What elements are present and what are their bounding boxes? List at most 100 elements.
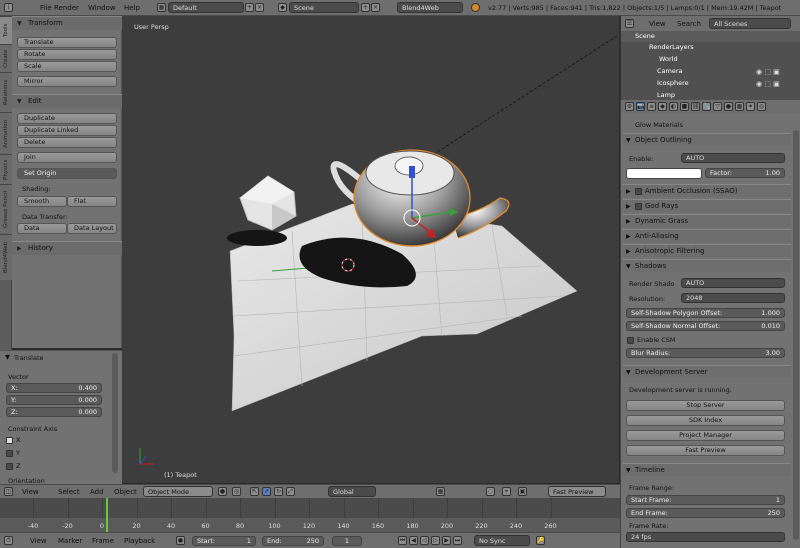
layout-add-icon[interactable]: +: [245, 3, 254, 12]
stop-server-button[interactable]: Stop Server: [626, 400, 785, 411]
scrollbar[interactable]: [793, 130, 799, 540]
panel-dynamic-grass[interactable]: ▶ Dynamic Grass: [623, 214, 791, 227]
play-reverse-icon[interactable]: ◁: [420, 536, 429, 545]
tab-blend4web[interactable]: Blend4Web: [0, 234, 12, 280]
data-tab-icon[interactable]: ▽: [713, 102, 722, 111]
texture-tab-icon[interactable]: ▦: [735, 102, 744, 111]
visibility-eye-icon[interactable]: ◉ ⬚ ▣: [756, 68, 780, 76]
physics-tab-icon[interactable]: ◎: [757, 102, 766, 111]
layout-select[interactable]: Default: [168, 2, 244, 13]
sdk-index-button[interactable]: SDK Index: [626, 415, 785, 426]
object-tab-icon[interactable]: ■: [680, 102, 689, 111]
constraint-x[interactable]: X: [6, 436, 20, 444]
outliner-row-world[interactable]: World: [649, 54, 789, 65]
fast-preview-button[interactable]: Fast Preview: [548, 486, 606, 497]
mirror-button[interactable]: Mirror: [17, 76, 117, 87]
scene-render[interactable]: [122, 16, 619, 483]
translate-button[interactable]: Translate: [17, 37, 117, 48]
scene-select[interactable]: Scene: [289, 2, 359, 13]
scrollbar[interactable]: [112, 353, 118, 473]
flat-button[interactable]: Flat: [67, 196, 117, 207]
editor-type-icon[interactable]: ⚙: [625, 102, 634, 111]
panel-transform-header[interactable]: ▼ Transform: [12, 16, 122, 30]
panel-object-outlining[interactable]: ▼ Object Outlining: [623, 133, 791, 146]
menu-render[interactable]: Render: [54, 4, 79, 12]
panel-god-rays[interactable]: ▶ God Rays: [623, 199, 791, 212]
record-icon[interactable]: ●: [176, 536, 185, 545]
display-filter-select[interactable]: All Scenes: [709, 18, 791, 29]
current-frame-marker[interactable]: [106, 498, 108, 532]
menu-object[interactable]: Object: [114, 488, 137, 496]
next-key-icon[interactable]: ▶: [442, 536, 451, 545]
menu-playback[interactable]: Playback: [124, 537, 155, 545]
menu-frame[interactable]: Frame: [92, 537, 114, 545]
timeline-area[interactable]: -40 -20 0 20 40 60 80 100 120 140 160 180 200 220 240 2…: [0, 498, 620, 532]
panel-anti-aliasing[interactable]: ▶ Anti-Aliasing: [623, 229, 791, 242]
editor-type-icon[interactable]: ◫: [4, 487, 13, 496]
outliner-row-lamp[interactable]: Lamp: [639, 90, 789, 100]
tab-create[interactable]: Create: [0, 44, 12, 72]
outline-color-swatch[interactable]: [626, 168, 702, 179]
mode-select[interactable]: Object Mode: [143, 486, 213, 497]
menu-view[interactable]: View: [649, 20, 666, 28]
rotate-manipulator-icon[interactable]: ↻: [274, 487, 283, 496]
layout-icon[interactable]: ▦: [157, 3, 166, 12]
camera-icon[interactable]: ▣: [518, 487, 527, 496]
vector-x-field[interactable]: X: 0.400: [6, 383, 102, 393]
resolution-select[interactable]: 2048: [681, 293, 785, 303]
menu-marker[interactable]: Marker: [58, 537, 82, 545]
3d-viewport[interactable]: User Persp (1) Teapot: [122, 16, 619, 483]
particles-tab-icon[interactable]: ✦: [746, 102, 755, 111]
orientation-select[interactable]: Global: [328, 486, 376, 497]
delete-button[interactable]: Delete: [17, 137, 117, 148]
vector-y-field[interactable]: Y: 0.000: [6, 395, 102, 405]
glow-materials-panel[interactable]: Glow Materials: [635, 121, 800, 129]
menu-view[interactable]: View: [22, 488, 39, 496]
outliner-row-renderlayers[interactable]: RenderLayers: [639, 42, 789, 53]
fast-preview-button[interactable]: Fast Preview: [626, 445, 785, 456]
scene-close-icon[interactable]: ×: [371, 3, 380, 12]
render-shadows-select[interactable]: AUTO: [681, 278, 785, 288]
panel-anisotropic-filtering[interactable]: ▶ Anisotropic Filtering: [623, 244, 791, 257]
scene-add-icon[interactable]: +: [361, 3, 370, 12]
frame-rate-select[interactable]: 24 fps: [626, 532, 785, 542]
set-origin-select[interactable]: Set Origin: [17, 168, 117, 179]
scale-manipulator-icon[interactable]: ⤢: [286, 487, 295, 496]
data-button[interactable]: Data: [17, 223, 67, 234]
panel-timeline[interactable]: ▼ Timeline: [623, 463, 791, 476]
editor-type-icon[interactable]: ☰: [625, 19, 634, 28]
constraint-z[interactable]: Z: [6, 462, 20, 470]
panel-history-header[interactable]: ▶ History: [12, 241, 122, 255]
enable-csm-checkbox[interactable]: Enable CSM: [627, 336, 675, 344]
shading-icon[interactable]: ●: [218, 487, 227, 496]
visibility-eye-icon[interactable]: ◉ ⬚ ▣: [756, 80, 780, 88]
modifiers-tab-icon[interactable]: 🔧: [702, 102, 711, 111]
scene-tab-icon[interactable]: ◆: [658, 102, 667, 111]
outline-enable-select[interactable]: AUTO: [681, 153, 785, 163]
panel-edit-header[interactable]: ▼ Edit: [12, 94, 122, 108]
tab-relations[interactable]: Relations: [0, 72, 12, 112]
end-frame-field[interactable]: End: 250: [262, 536, 324, 546]
menu-window[interactable]: Window: [88, 4, 116, 12]
start-frame-field[interactable]: Start Frame: 1: [626, 495, 785, 505]
end-frame-field[interactable]: End Frame: 250: [626, 508, 785, 518]
outliner-row-scene[interactable]: Scene: [621, 31, 800, 42]
join-button[interactable]: Join: [17, 152, 117, 163]
snap-icon[interactable]: ⌖: [502, 487, 511, 496]
pivot-icon[interactable]: ◎: [232, 487, 241, 496]
checkbox-icon[interactable]: [635, 187, 642, 195]
translate-manipulator-icon[interactable]: ↗: [262, 487, 271, 496]
constraints-tab-icon[interactable]: ⛓: [691, 102, 700, 111]
tab-grease-pencil[interactable]: Grease Pencil: [0, 184, 12, 234]
current-frame-field[interactable]: 1: [332, 536, 362, 546]
collapse-arrow-icon[interactable]: ▼: [5, 353, 10, 361]
keying-icon[interactable]: 🔑: [536, 536, 545, 545]
menu-file[interactable]: File: [40, 4, 52, 12]
menu-add[interactable]: Add: [90, 488, 104, 496]
layers-tab-icon[interactable]: ≡: [647, 102, 656, 111]
project-manager-button[interactable]: Project Manager: [626, 430, 785, 441]
panel-development-server[interactable]: ▼ Development Server: [623, 365, 791, 378]
menu-select[interactable]: Select: [58, 488, 80, 496]
blur-radius-field[interactable]: Blur Radius: 3.00: [626, 348, 785, 358]
constraint-y[interactable]: Y: [6, 449, 20, 457]
